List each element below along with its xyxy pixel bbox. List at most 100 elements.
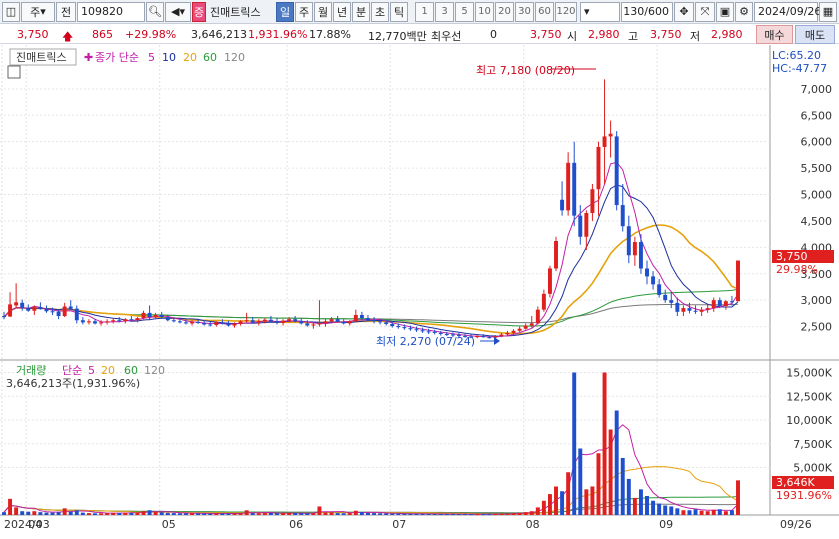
volume-bar xyxy=(190,513,195,515)
volume-bar xyxy=(384,513,389,515)
volume-bar xyxy=(86,513,91,515)
candle-body xyxy=(256,321,261,323)
market-select[interactable]: 주 ▾ xyxy=(21,1,55,22)
ma-legend-label: 종가 단순 xyxy=(95,51,139,64)
volume-bar xyxy=(578,448,583,515)
volume-bar xyxy=(305,513,310,515)
volume-bar xyxy=(226,513,231,515)
candle-body xyxy=(657,284,662,295)
candle-body xyxy=(287,319,292,321)
candle-body xyxy=(62,306,67,317)
volume-tick-label: 15,000K xyxy=(786,367,832,380)
volume-bar xyxy=(147,510,152,515)
save-icon[interactable]: ▣ xyxy=(716,1,734,22)
x-tick-label: 04 xyxy=(28,518,42,531)
candle-body xyxy=(153,314,158,318)
tab-week[interactable]: 주 xyxy=(295,1,313,22)
price-tick-label: 5,500 xyxy=(801,162,833,175)
volume-bar xyxy=(111,512,116,515)
volume-bar xyxy=(638,489,643,515)
volume-bar xyxy=(56,512,61,515)
candle-body xyxy=(481,336,486,338)
date-input[interactable]: 2024/09/26 xyxy=(754,1,821,22)
volume-bar xyxy=(347,513,352,515)
checkbox-icon[interactable] xyxy=(7,65,21,79)
volume-bar xyxy=(693,509,698,515)
price-tick-label: 3,000 xyxy=(801,294,833,307)
count-input[interactable]: 130/600 xyxy=(621,1,673,22)
toolbar: ◫ 주 ▾ 전 109820 🔍︎ ◀▾ 증 진매트릭스 일 주 월 년 분 초 … xyxy=(0,0,839,24)
gear-icon[interactable]: ⚙ xyxy=(735,1,753,22)
candle-body xyxy=(184,322,188,324)
volume-tick-label: 7,500K xyxy=(793,438,832,451)
candle-body xyxy=(50,311,55,313)
volume-bar xyxy=(238,513,243,515)
interval-5[interactable]: 5 xyxy=(455,1,474,22)
interval-20[interactable]: 20 xyxy=(495,1,514,22)
candle-body xyxy=(675,302,680,312)
candle-body xyxy=(663,294,668,301)
code-input[interactable]: 109820 xyxy=(77,1,145,22)
x-tick-label: 05 xyxy=(162,518,176,531)
interval-30[interactable]: 30 xyxy=(515,1,534,22)
volume-ma-label: 단순 xyxy=(62,364,82,377)
priority-label: 최우선 xyxy=(431,30,462,43)
candle-body xyxy=(14,302,19,306)
volume-bar xyxy=(2,512,6,515)
candle-body xyxy=(196,321,201,323)
tab-second[interactable]: 초 xyxy=(371,1,389,22)
interval-120[interactable]: 120 xyxy=(555,1,577,22)
search-icon[interactable]: 🔍︎ xyxy=(146,1,164,22)
volume-bar xyxy=(50,512,55,515)
tab-year[interactable]: 년 xyxy=(333,1,351,22)
candle-body xyxy=(535,309,540,324)
tab-tick[interactable]: 틱 xyxy=(390,1,408,22)
draw-tool-icon[interactable]: ⤧ xyxy=(695,1,715,22)
candle-body xyxy=(578,215,583,237)
volume-bar xyxy=(372,513,377,515)
tab-minute[interactable]: 분 xyxy=(352,1,370,22)
low-label: 저 xyxy=(690,30,701,43)
tab-day[interactable]: 일 xyxy=(276,1,294,22)
candle-body xyxy=(390,323,395,327)
calendar-icon[interactable]: ▦ xyxy=(819,1,837,22)
interval-1[interactable]: 1 xyxy=(415,1,434,22)
tab-month[interactable]: 월 xyxy=(314,1,332,22)
crosshair-icon[interactable]: ✥ xyxy=(674,1,694,22)
interval-3[interactable]: 3 xyxy=(435,1,454,22)
volume-bar xyxy=(311,513,316,515)
interval-10[interactable]: 10 xyxy=(475,1,494,22)
volume-bar xyxy=(432,514,437,516)
sell-button[interactable]: 매도 xyxy=(795,25,835,44)
candle-body xyxy=(669,300,674,303)
volume-bar xyxy=(620,458,625,515)
candle-body xyxy=(208,324,213,326)
volume-bar xyxy=(293,513,298,515)
candle-body xyxy=(135,318,140,321)
candle-body xyxy=(365,318,370,321)
low-price: 2,980 xyxy=(711,28,743,41)
candle-body xyxy=(541,293,546,310)
amount-value: 12,770백만 xyxy=(368,30,427,43)
speaker-icon[interactable]: ◀▾ xyxy=(165,1,191,22)
volume-bar xyxy=(687,510,692,515)
volume-bar xyxy=(62,508,67,515)
open-label: 시 xyxy=(567,30,578,43)
buy-button[interactable]: 매수 xyxy=(756,25,793,44)
current-price-axis: 3,750 xyxy=(776,250,808,263)
interval-60[interactable]: 60 xyxy=(535,1,554,22)
volume-bar xyxy=(547,494,552,515)
volume-bar xyxy=(717,509,722,515)
prev-button[interactable]: 전 xyxy=(56,1,76,22)
candle-body xyxy=(645,268,649,277)
volume-bar xyxy=(80,512,85,515)
volume-bar xyxy=(202,513,207,515)
volume-bar xyxy=(256,513,261,515)
interval-custom-select[interactable]: ▾ xyxy=(580,1,620,22)
stock-chart[interactable]: 7,0006,5006,0005,5005,0004,5004,0003,500… xyxy=(0,45,839,539)
volume-bar xyxy=(159,512,164,515)
candle-body xyxy=(384,322,389,324)
chart-type-icon[interactable]: ◫ xyxy=(2,1,20,22)
high-annotation: 최고 7,180 (08/20) xyxy=(476,64,575,77)
candle-body xyxy=(632,242,637,256)
